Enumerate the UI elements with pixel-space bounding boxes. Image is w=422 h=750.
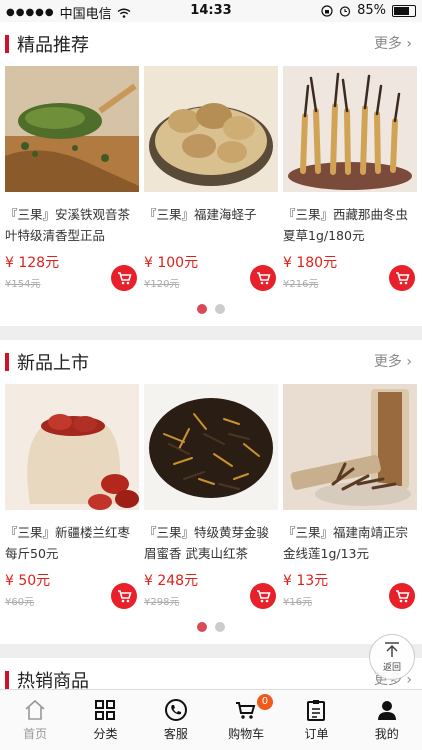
- battery-icon: [392, 4, 416, 17]
- add-to-cart-button[interactable]: [389, 265, 415, 291]
- cart-icon: [396, 590, 410, 603]
- product-card[interactable]: 『三果』特级黄芽金骏眉蜜香 武夷山红茶 ¥ 248元 ¥298元: [144, 384, 278, 609]
- add-to-cart-button[interactable]: [250, 265, 276, 291]
- product-card[interactable]: 『三果』福建海蛏子 ¥ 100元 ¥120元: [144, 66, 278, 291]
- pager-dot[interactable]: [215, 304, 225, 314]
- grid-icon: [95, 700, 116, 720]
- cart-icon: [118, 590, 132, 603]
- home-icon: [25, 699, 45, 720]
- tab-label: 分类: [93, 727, 118, 741]
- section-accent-bar: [5, 35, 9, 53]
- product-name: 『三果』特级黄芽金骏眉蜜香 武夷山红茶: [144, 525, 270, 561]
- tab-customer-service[interactable]: 客服: [141, 690, 211, 750]
- user-icon: [377, 701, 396, 720]
- tab-label: 客服: [163, 727, 188, 741]
- product-card[interactable]: 『三果』福建南靖正宗金线莲1g/13元 ¥ 13元 ¥16元: [283, 384, 417, 609]
- product-image-anoectochilus: [283, 384, 417, 510]
- cart-icon: [257, 272, 271, 285]
- tab-profile[interactable]: 我的: [352, 690, 422, 750]
- add-to-cart-button[interactable]: [389, 583, 415, 609]
- cart-icon: [236, 702, 256, 719]
- status-bar: ●●●●● 中国电信 14:33 85%: [0, 0, 422, 22]
- more-link[interactable]: 更多 ›: [374, 351, 412, 371]
- section-title: 精品推荐: [17, 35, 89, 56]
- product-card[interactable]: 『三果』西藏那曲冬虫夏草1g/180元 ¥ 180元 ¥216元: [283, 66, 417, 291]
- cart-icon: [396, 272, 410, 285]
- back-to-top-button[interactable]: 返回: [369, 634, 415, 680]
- product-name: 『三果』安溪铁观音茶叶特级清香型正品: [5, 207, 131, 243]
- tab-orders[interactable]: 订单: [281, 690, 351, 750]
- section-header: 精品推荐 更多 ›: [0, 22, 422, 66]
- tab-label: 我的: [374, 727, 399, 741]
- tab-category[interactable]: 分类: [70, 690, 140, 750]
- phone-icon: [164, 699, 187, 721]
- tab-home[interactable]: 首页: [0, 690, 70, 750]
- add-to-cart-button[interactable]: [111, 583, 137, 609]
- section-title: 热销商品: [17, 671, 89, 690]
- product-card[interactable]: 『三果』新疆楼兰红枣每斤50元 ¥ 50元 ¥60元: [5, 384, 139, 609]
- tab-label: 订单: [304, 727, 329, 741]
- tab-cart[interactable]: 0 购物车: [211, 690, 281, 750]
- section-title: 新品上市: [17, 353, 89, 374]
- section-accent-bar: [5, 671, 9, 689]
- product-name: 『三果』福建南靖正宗金线莲1g/13元: [283, 525, 409, 561]
- section-header: 热销商品 更多 ›: [0, 658, 422, 690]
- section-accent-bar: [5, 353, 9, 371]
- product-image-red-dates: [5, 384, 139, 510]
- pager-dot[interactable]: [215, 622, 225, 632]
- pager-dot-active[interactable]: [197, 304, 207, 314]
- product-name: 『三果』福建海蛏子: [144, 207, 257, 222]
- pager-dot-active[interactable]: [197, 622, 207, 632]
- bottom-tab-bar: 首页 分类 客服 0 购物车 订单 我的: [0, 689, 422, 750]
- product-image-tea: [5, 66, 139, 192]
- cart-count-badge: 0: [256, 694, 273, 710]
- home-content[interactable]: 精品推荐 更多 › 『三果』安溪铁观音茶叶特级清香型正品 ¥ 128元 ¥154…: [0, 22, 422, 690]
- product-image-razor-clam: [144, 66, 278, 192]
- product-image-cordyceps: [283, 66, 417, 192]
- tab-label: 购物车: [228, 727, 265, 741]
- battery-percent: 85%: [357, 3, 386, 18]
- product-image-black-tea: [144, 384, 278, 510]
- alarm-icon: [339, 5, 351, 17]
- arrow-up-icon: [385, 642, 399, 657]
- featured-section: 精品推荐 更多 › 『三果』安溪铁观音茶叶特级清香型正品 ¥ 128元 ¥154…: [0, 22, 422, 326]
- orientation-lock-icon: [321, 4, 333, 17]
- product-card[interactable]: 『三果』安溪铁观音茶叶特级清香型正品 ¥ 128元 ¥154元: [5, 66, 139, 291]
- tab-label: 首页: [23, 727, 48, 741]
- back-to-top-label: 返回: [382, 663, 401, 673]
- cart-icon: [118, 272, 132, 285]
- clipboard-icon: [307, 700, 326, 721]
- add-to-cart-button[interactable]: [111, 265, 137, 291]
- carousel-pager: [0, 616, 422, 644]
- product-name: 『三果』新疆楼兰红枣每斤50元: [5, 525, 131, 561]
- add-to-cart-button[interactable]: [250, 583, 276, 609]
- more-link[interactable]: 更多 ›: [374, 33, 412, 53]
- carousel-pager: [0, 298, 422, 326]
- hot-sellers-section: 热销商品 更多 ›: [0, 658, 422, 690]
- section-header: 新品上市 更多 ›: [0, 340, 422, 384]
- cart-icon: [257, 590, 271, 603]
- new-arrivals-section: 新品上市 更多 › 『三果』新疆楼兰红枣每斤50元 ¥ 50元 ¥60元 『三果…: [0, 340, 422, 644]
- product-name: 『三果』西藏那曲冬虫夏草1g/180元: [283, 207, 409, 243]
